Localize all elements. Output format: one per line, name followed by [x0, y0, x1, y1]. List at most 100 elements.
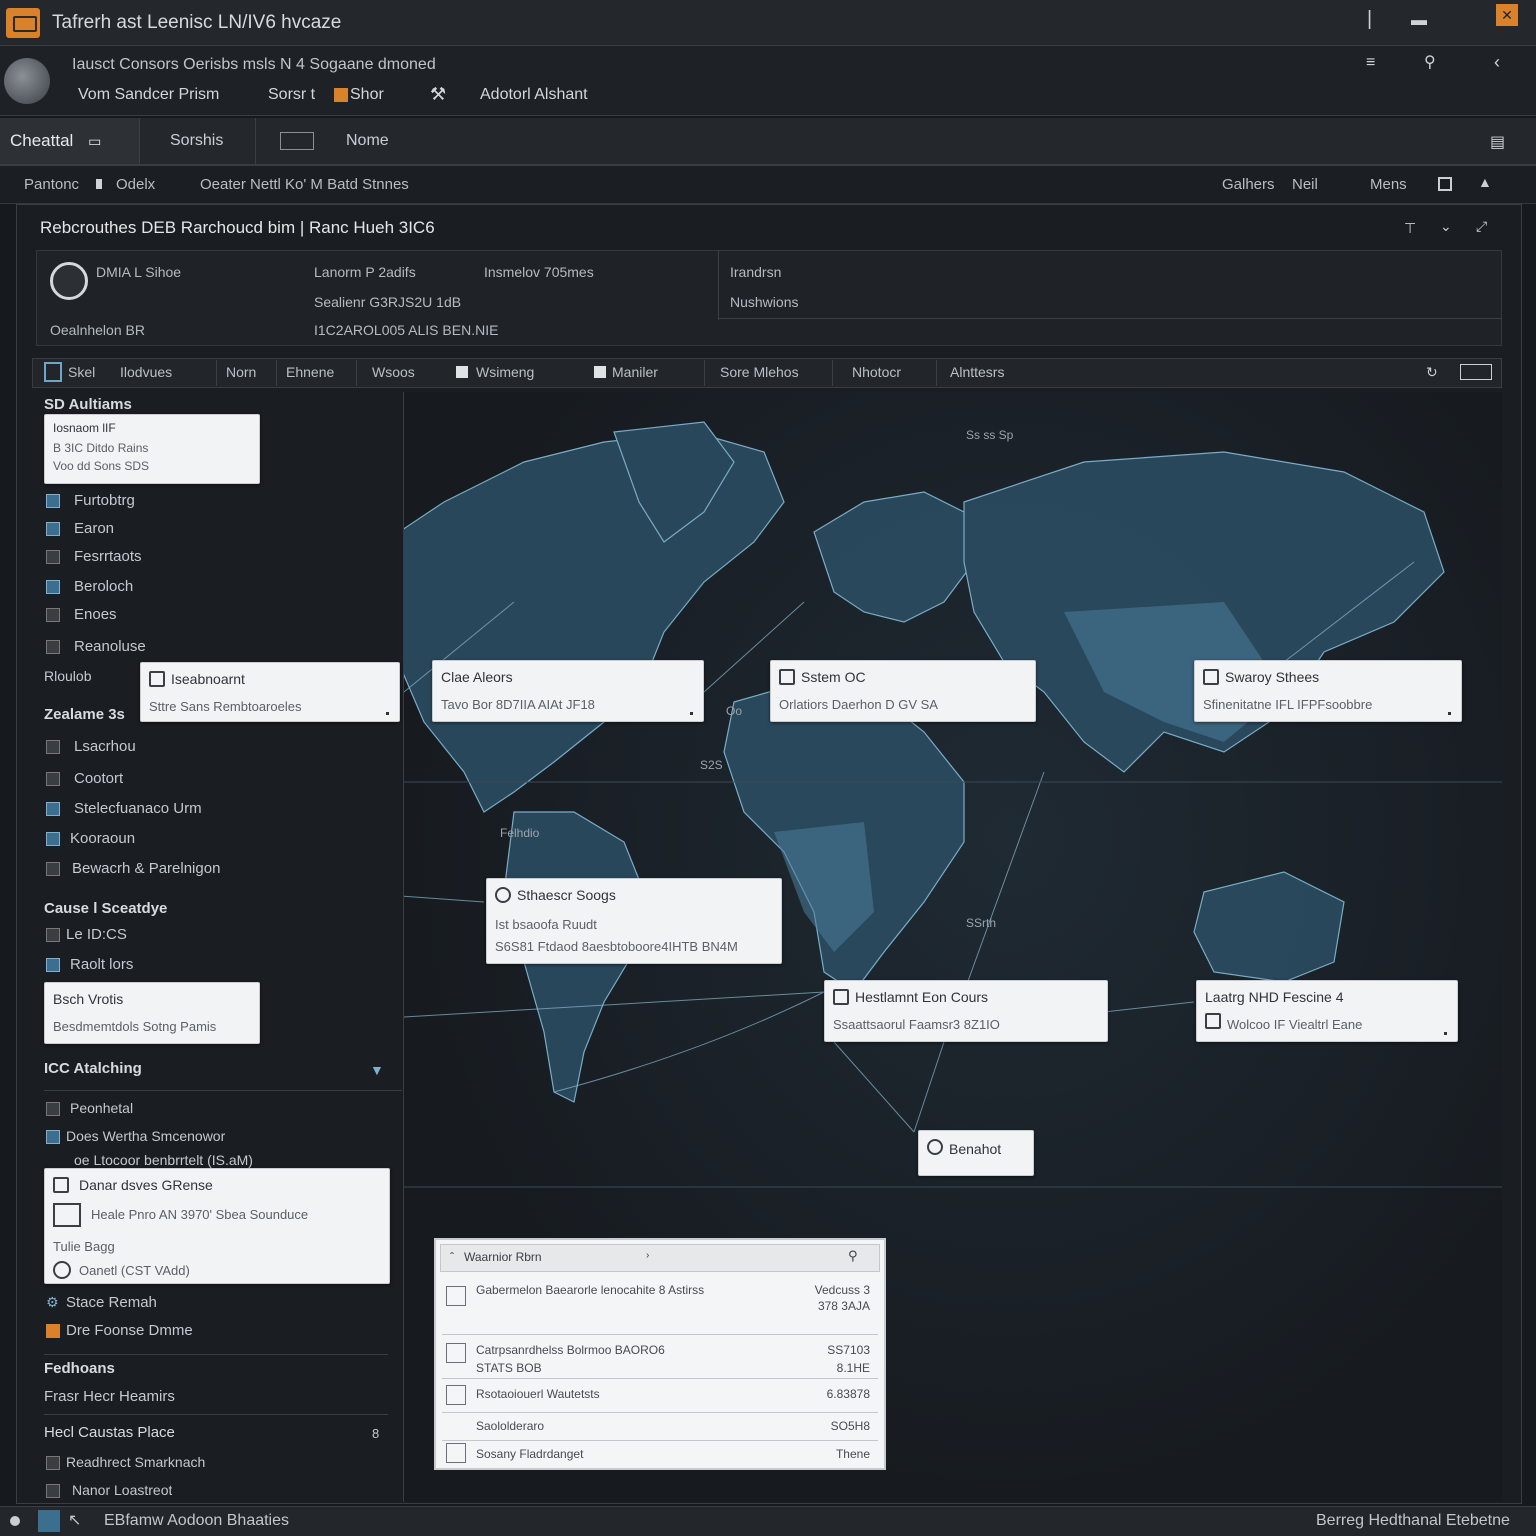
breadcrumb-item[interactable]: Pantonc: [24, 176, 79, 193]
refresh-icon[interactable]: ↻: [1426, 364, 1438, 381]
sidebar-item[interactable]: Stelecfuanaco Urm: [74, 800, 202, 817]
map-callout-card[interactable]: Hestlamnt Eon Cours Ssaattsaorul Faamsr3…: [824, 980, 1108, 1042]
window-icon[interactable]: [1438, 177, 1452, 191]
toolbar-item[interactable]: Nhotocr: [852, 364, 901, 380]
grid-icon[interactable]: [280, 132, 314, 150]
sidebar-item[interactable]: Peonhetal: [70, 1100, 133, 1116]
card-title: Sthaescr Soogs: [517, 887, 616, 903]
card-subtitle: S6S81 Ftdaod 8aesbtoboore4IHTB BN4M: [495, 939, 738, 954]
sidebar-item[interactable]: Cootort: [74, 770, 123, 787]
chevron-right-icon[interactable]: ›: [646, 1250, 649, 1261]
toolbar-item[interactable]: Maniler: [612, 364, 658, 380]
table-row[interactable]: Catrpsanrdhelss Bolrmoo BAORO6 STATS BOB…: [442, 1334, 878, 1378]
toolbar-item[interactable]: Ehnene: [286, 364, 334, 380]
sidebar-item[interactable]: Le ID:CS: [66, 926, 127, 943]
sidebar-card[interactable]: Bsch Vrotis Besdmemtdols Sotng Pamis: [44, 982, 260, 1044]
map-callout-card[interactable]: Swaroy Sthees Sfinenitatne IFL IFPFsoobb…: [1194, 660, 1462, 722]
settings-icon[interactable]: ▤: [1490, 132, 1505, 152]
pin-icon[interactable]: ⊤: [1404, 220, 1416, 237]
search-icon[interactable]: ⚲: [848, 1248, 858, 1264]
maximize-icon[interactable]: ▬: [1406, 8, 1432, 34]
breadcrumb-item[interactable]: Oeater Nettl Ko' M Batd Stnnes: [200, 176, 409, 193]
map-callout-card[interactable]: Benahot: [918, 1130, 1034, 1176]
table-row[interactable]: Rsotaoiouerl Wautetsts 6.83878: [442, 1378, 878, 1412]
map-callout-card[interactable]: Sthaescr Soogs Ist bsaoofa Ruudt S6S81 F…: [486, 878, 782, 964]
sidebar-section-title: Hecl Caustas Place: [44, 1424, 175, 1441]
sidebar-item[interactable]: Earon: [74, 520, 114, 537]
toolbar-item[interactable]: Norn: [226, 364, 256, 380]
document-icon: [53, 1177, 69, 1193]
sidebar-item[interactable]: Nanor Loastreot: [72, 1482, 172, 1498]
toolbar-item[interactable]: Wsimeng: [476, 364, 534, 380]
toolbar-item[interactable]: Wsoos: [372, 364, 415, 380]
more-icon: [1448, 712, 1451, 715]
table-row[interactable]: Sosany Fladrdanget Thene: [442, 1440, 878, 1468]
app-badge-icon[interactable]: [38, 1510, 60, 1532]
sidebar-item[interactable]: Frasr Hecr Heamirs: [44, 1388, 175, 1405]
summary-field: Irandrsn: [730, 264, 782, 280]
cursor-icon[interactable]: ↖: [68, 1510, 81, 1530]
header-link-1[interactable]: Vom Sandcer Prism: [78, 86, 219, 104]
chevron-down-icon[interactable]: ⌄: [1440, 218, 1452, 235]
summary-org: Oealnhelon BR: [50, 322, 145, 338]
toolbar-item[interactable]: Skel: [68, 364, 95, 380]
tool-icon[interactable]: ⚒: [430, 84, 446, 105]
menu-icon[interactable]: ≡: [1366, 54, 1375, 72]
avatar[interactable]: [4, 58, 50, 104]
table-header-label: Waarnior Rbrn: [464, 1250, 542, 1264]
card-subtitle: Tulie Bagg: [53, 1239, 115, 1254]
sidebar-item[interactable]: Does Wertha Smcenowor: [66, 1128, 225, 1144]
sidebar-card[interactable]: Iosnaom lIF B 3IC Ditdo Rains Voo dd Son…: [44, 414, 260, 484]
toolbar-item[interactable]: Alnttesrs: [950, 364, 1004, 380]
table-row[interactable]: Gabermelon Baearorle lenocahite 8 Astirs…: [442, 1274, 878, 1334]
row-value: SO5H8: [830, 1419, 870, 1433]
sidebar-item[interactable]: Fesrrtaots: [74, 548, 142, 565]
breadcrumb-action[interactable]: Galhers: [1222, 176, 1275, 193]
australia-shape: [1193, 871, 1345, 983]
back-icon[interactable]: ‹: [1494, 52, 1500, 73]
breadcrumb-action[interactable]: Mens: [1370, 176, 1407, 193]
sidebar-item[interactable]: Bewacrh & Parelnigon: [72, 860, 220, 877]
sidebar-item[interactable]: Readhrect Smarknach: [66, 1454, 205, 1470]
sidebar-item[interactable]: oe Ltocoor benbrrtelt (IS.aM): [74, 1152, 253, 1168]
sidebar-item[interactable]: Furtobtrg: [74, 492, 135, 509]
sidebar-item[interactable]: Reanoluse: [74, 638, 146, 655]
minimize-icon[interactable]: ▏: [1362, 8, 1388, 34]
expand-icon[interactable]: ⤢: [1476, 218, 1487, 235]
tab-name[interactable]: Nome: [336, 118, 446, 164]
sidebar-item[interactable]: Beroloch: [74, 578, 133, 595]
sidebar-item[interactable]: Enoes: [74, 606, 117, 623]
header-link-3[interactable]: Shor: [350, 86, 384, 104]
panel-toggle-icon[interactable]: [1460, 364, 1492, 380]
chevron-down-icon[interactable]: ▼: [370, 1062, 384, 1078]
sort-icon[interactable]: ˆ: [450, 1250, 454, 1264]
search-icon[interactable]: ⚲: [1424, 52, 1436, 72]
layer-icon: [46, 832, 60, 846]
breadcrumb-action[interactable]: Neil: [1292, 176, 1318, 193]
close-icon[interactable]: ✕: [1496, 4, 1518, 26]
list-icon: [53, 1203, 81, 1227]
toolbar-item[interactable]: Ilodvues: [120, 364, 172, 380]
toolbar-item[interactable]: Sore Mlehos: [720, 364, 799, 380]
tab-search[interactable]: Sorshis: [160, 118, 256, 164]
tab-dashboard[interactable]: Cheattal ▭: [0, 118, 140, 164]
map-callout-card[interactable]: Laatrg NHD Fescine 4 Wolcoo IF Viealtrl …: [1196, 980, 1458, 1042]
sidebar-item[interactable]: Dre Foonse Dmme: [66, 1322, 193, 1339]
map-callout-card[interactable]: Clae Aleors Tavo Bor 8D7IIA AIAt JF18: [432, 660, 704, 722]
sidebar-item[interactable]: Kooraoun: [70, 830, 135, 847]
header-link-2[interactable]: Sorsr t: [268, 86, 315, 104]
sidebar-card[interactable]: Danar dsves GRense Heale Pnro AN 3970' S…: [44, 1168, 390, 1284]
summary-field: I1C2AROL005 ALIS BEN.NIE: [314, 322, 499, 338]
map-callout-card[interactable]: Sstem OC Orlatiors Daerhon D GV SA: [770, 660, 1036, 722]
table-row[interactable]: Saololderaro SO5H8: [442, 1412, 878, 1440]
breadcrumb-item[interactable]: Odelx: [116, 176, 155, 193]
arrow-up-icon[interactable]: ▲: [1478, 174, 1492, 190]
layer-icon: [46, 958, 60, 972]
header-link-4[interactable]: Adotorl Alshant: [480, 86, 588, 104]
connector-line: [833, 1041, 915, 1133]
sidebar-item[interactable]: Lsacrhou: [74, 738, 136, 755]
sidebar-item[interactable]: Raolt lors: [70, 956, 133, 973]
divider: [832, 360, 833, 386]
sidebar-item[interactable]: Stace Remah: [66, 1294, 157, 1311]
checkbox-icon[interactable]: [44, 362, 62, 382]
